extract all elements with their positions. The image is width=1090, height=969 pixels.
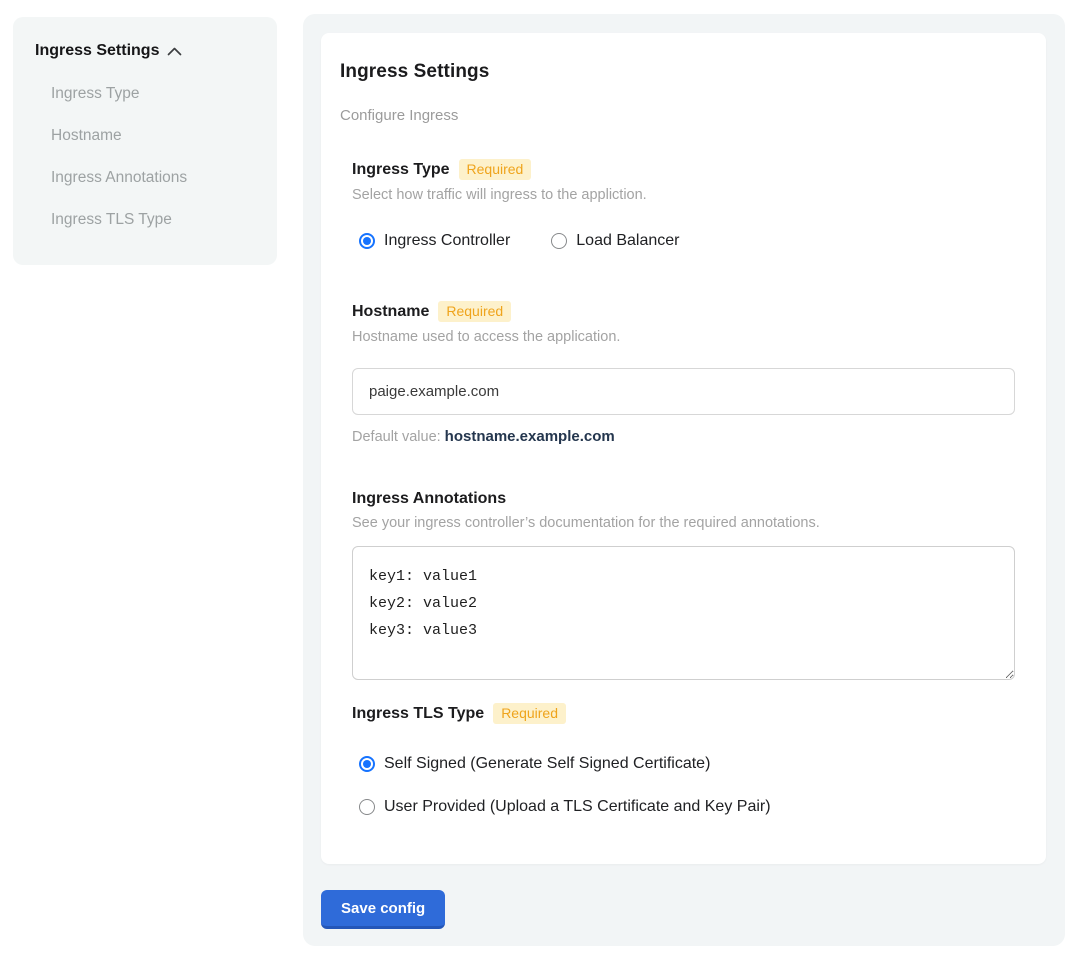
radio-label: Load Balancer bbox=[576, 232, 679, 250]
ingress-type-label: Ingress Type bbox=[352, 161, 450, 179]
section-ingress-tls-type: Ingress TLS Type Required Self Signed (G… bbox=[352, 703, 1015, 816]
tls-type-label: Ingress TLS Type bbox=[352, 705, 484, 723]
annotations-textarea[interactable]: key1: value1 key2: value2 key3: value3 bbox=[352, 546, 1015, 680]
radio-self-signed[interactable]: Self Signed (Generate Self Signed Certif… bbox=[352, 755, 1015, 773]
annotations-label: Ingress Annotations bbox=[352, 490, 506, 508]
section-hostname: Hostname Required Hostname used to acces… bbox=[352, 301, 1015, 445]
radio-icon bbox=[551, 233, 567, 249]
save-config-button[interactable]: Save config bbox=[321, 890, 445, 929]
default-value: hostname.example.com bbox=[445, 428, 615, 445]
annotations-description: See your ingress controller’s documentat… bbox=[352, 515, 1015, 531]
form-sections: Ingress Type Required Select how traffic… bbox=[352, 159, 1015, 816]
section-ingress-annotations: Ingress Annotations See your ingress con… bbox=[352, 490, 1015, 680]
hostname-input[interactable] bbox=[352, 368, 1015, 415]
radio-load-balancer[interactable]: Load Balancer bbox=[544, 232, 679, 250]
sidebar-item-ingress-type[interactable]: Ingress Type bbox=[35, 85, 259, 103]
radio-label: User Provided (Upload a TLS Certificate … bbox=[384, 798, 771, 816]
sidebar-item-list: Ingress Type Hostname Ingress Annotation… bbox=[35, 85, 259, 229]
page-title: Ingress Settings bbox=[340, 61, 1015, 83]
required-badge: Required bbox=[459, 159, 532, 180]
radio-icon bbox=[359, 756, 375, 772]
required-badge: Required bbox=[438, 301, 511, 322]
hostname-label: Hostname bbox=[352, 303, 429, 321]
hostname-description: Hostname used to access the application. bbox=[352, 329, 1015, 345]
section-ingress-type: Ingress Type Required Select how traffic… bbox=[352, 159, 1015, 250]
radio-label: Ingress Controller bbox=[384, 232, 510, 250]
required-badge: Required bbox=[493, 703, 566, 724]
page-subtitle: Configure Ingress bbox=[340, 107, 1015, 124]
radio-icon bbox=[359, 233, 375, 249]
settings-sidebar: Ingress Settings Ingress Type Hostname I… bbox=[13, 17, 277, 265]
radio-ingress-controller[interactable]: Ingress Controller bbox=[352, 232, 510, 250]
sidebar-section-ingress-settings[interactable]: Ingress Settings bbox=[35, 42, 259, 60]
hostname-default-line: Default value:hostname.example.com bbox=[352, 428, 1015, 445]
radio-user-provided[interactable]: User Provided (Upload a TLS Certificate … bbox=[352, 798, 1015, 816]
sidebar-section-label: Ingress Settings bbox=[35, 42, 159, 60]
ingress-type-radio-group: Ingress Controller Load Balancer bbox=[352, 232, 1015, 250]
sidebar-item-ingress-annotations[interactable]: Ingress Annotations bbox=[35, 169, 259, 187]
radio-label: Self Signed (Generate Self Signed Certif… bbox=[384, 755, 710, 773]
chevron-up-icon bbox=[167, 46, 182, 56]
sidebar-item-ingress-tls-type[interactable]: Ingress TLS Type bbox=[35, 211, 259, 229]
ingress-type-description: Select how traffic will ingress to the a… bbox=[352, 187, 1015, 203]
radio-icon bbox=[359, 799, 375, 815]
main-panel: Ingress Settings Configure Ingress Ingre… bbox=[303, 14, 1065, 946]
default-prefix: Default value: bbox=[352, 429, 441, 445]
tls-radio-group: Self Signed (Generate Self Signed Certif… bbox=[352, 755, 1015, 816]
sidebar-item-hostname[interactable]: Hostname bbox=[35, 127, 259, 145]
ingress-settings-card: Ingress Settings Configure Ingress Ingre… bbox=[321, 33, 1046, 864]
